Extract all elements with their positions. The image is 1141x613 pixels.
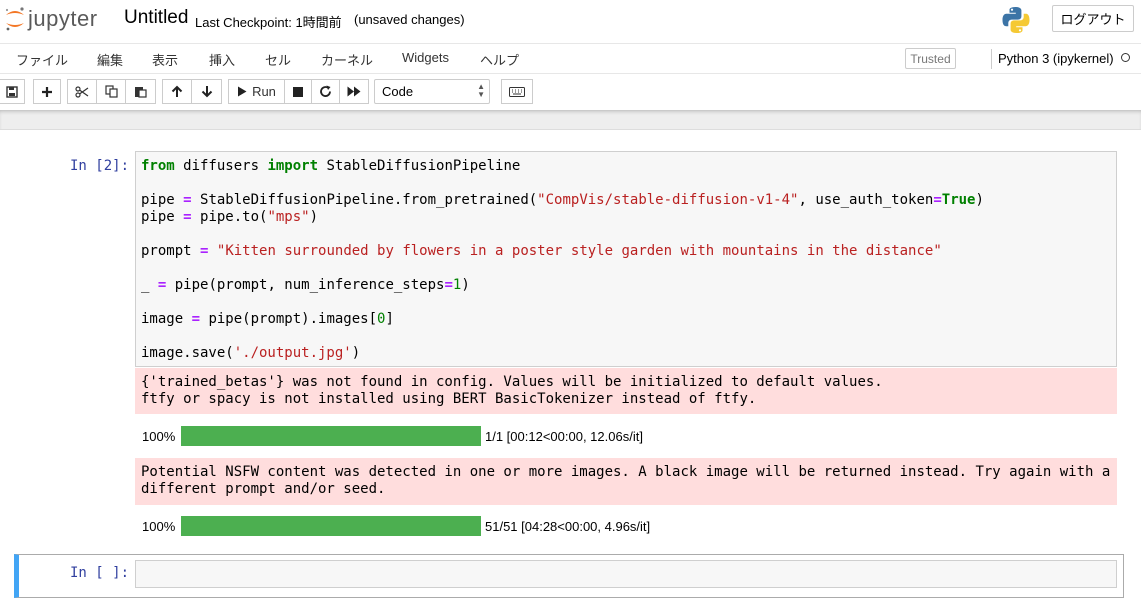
- notebook-top-gap: [0, 110, 1141, 130]
- trusted-badge[interactable]: Trusted: [905, 48, 956, 69]
- cut-icon: [75, 85, 89, 98]
- progress-bar: [181, 426, 481, 446]
- code-cell-prompt: In [2]:: [70, 158, 130, 174]
- python-logo-icon: [1002, 7, 1030, 33]
- kernel-name[interactable]: Python 3 (ipykernel): [998, 51, 1114, 66]
- header: jupyter Untitled Last Checkpoint: 1時間前 (…: [0, 0, 1141, 43]
- empty-cell-prompt: In [ ]:: [70, 565, 130, 581]
- code-cell-input[interactable]: from diffusers import StableDiffusionPip…: [135, 151, 1117, 367]
- toolbar: Run Code ▲ ▼: [0, 74, 1141, 110]
- menu-insert[interactable]: 挿入: [209, 50, 235, 69]
- cell-type-select[interactable]: Code ▲ ▼: [374, 79, 490, 104]
- kernel-idle-indicator: [1121, 53, 1130, 62]
- arrow-up-icon: [171, 85, 183, 97]
- fast-forward-icon: [347, 86, 361, 97]
- progress-percent: 100%: [142, 519, 176, 534]
- notebook-title[interactable]: Untitled: [124, 7, 188, 29]
- stderr-output-2: Potential NSFW content was detected in o…: [135, 458, 1117, 505]
- move-up-button[interactable]: [162, 79, 192, 104]
- progress-bar-fill: [181, 426, 481, 446]
- save-button[interactable]: [0, 79, 25, 104]
- stderr-output-1: {'trained_betas'} was not found in confi…: [135, 368, 1117, 414]
- restart-run-all-button[interactable]: [339, 79, 369, 104]
- logout-button[interactable]: ログアウト: [1052, 5, 1134, 32]
- save-icon: [6, 85, 18, 98]
- logo-text: jupyter: [28, 6, 98, 31]
- checkpoint-status: Last Checkpoint: 1時間前: [195, 15, 342, 30]
- code-line-8: _ = pipe(prompt, num_inference_steps=1): [141, 277, 470, 293]
- menu-widgets[interactable]: Widgets: [402, 50, 449, 65]
- paste-icon: [135, 87, 147, 98]
- play-icon: [238, 86, 247, 97]
- code-line-6: prompt = "Kitten surrounded by flowers i…: [141, 243, 942, 259]
- menu-kernel[interactable]: カーネル: [321, 50, 373, 69]
- cell-type-value: Code: [382, 84, 414, 99]
- progress-bar: [181, 516, 481, 536]
- jupyter-logo[interactable]: jupyter: [4, 6, 98, 32]
- select-arrows-icon: ▲ ▼: [477, 82, 485, 99]
- interrupt-button[interactable]: [284, 79, 312, 104]
- menu-file[interactable]: ファイル: [16, 50, 68, 69]
- code-line-3: pipe = StableDiffusionPipeline.from_pret…: [141, 192, 984, 208]
- notebook-container[interactable]: In [2]: from diffusers import StableDiff…: [0, 129, 1141, 613]
- autosave-status: (unsaved changes): [354, 12, 465, 27]
- stop-icon: [293, 86, 303, 97]
- menu-view[interactable]: 表示: [152, 50, 178, 69]
- code-line-10: image = pipe(prompt).images[0]: [141, 311, 394, 327]
- progress-stats: 51/51 [04:28<00:00, 4.96s/it]: [485, 519, 651, 534]
- cut-button[interactable]: [67, 79, 97, 104]
- progress-bar-fill: [181, 516, 481, 536]
- copy-icon: [104, 85, 118, 98]
- run-button[interactable]: Run: [228, 79, 285, 104]
- arrow-down-icon: [201, 86, 212, 98]
- command-palette-button[interactable]: [501, 79, 533, 104]
- paste-button[interactable]: [125, 79, 156, 104]
- empty-cell-input[interactable]: [135, 560, 1117, 588]
- menu-help[interactable]: ヘルプ: [480, 50, 519, 69]
- menu-edit[interactable]: 編集: [97, 50, 123, 69]
- progress-stats: 1/1 [00:12<00:00, 12.06s/it]: [485, 429, 643, 444]
- menubar: ファイル 編集 表示 挿入 セル カーネル Widgets ヘルプ Truste…: [0, 43, 1141, 74]
- empty-code-cell[interactable]: In [ ]:: [14, 554, 1124, 598]
- menu-cell[interactable]: セル: [265, 50, 291, 69]
- kernel-divider: [991, 49, 992, 69]
- progress-percent: 100%: [142, 429, 176, 444]
- code-line-1: from diffusers import StableDiffusionPip…: [141, 158, 521, 174]
- run-label: Run: [252, 84, 276, 99]
- keyboard-icon: [509, 86, 525, 97]
- restart-button[interactable]: [311, 79, 340, 104]
- plus-icon: [42, 86, 52, 97]
- copy-button[interactable]: [96, 79, 126, 104]
- code-line-4: pipe = pipe.to("mps"): [141, 209, 319, 225]
- restart-icon: [320, 85, 331, 97]
- move-down-button[interactable]: [191, 79, 222, 104]
- jupyter-logo-icon: [5, 7, 24, 31]
- code-line-12: image.save('./output.jpg'): [141, 345, 361, 361]
- insert-cell-button[interactable]: [33, 79, 61, 104]
